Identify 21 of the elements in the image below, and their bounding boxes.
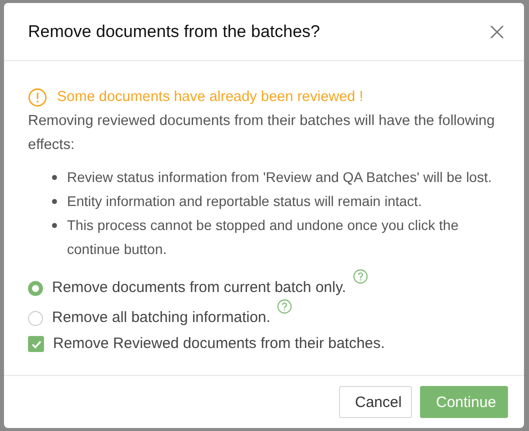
intro-text: Removing reviewed documents from their batches will have the following effects: [28, 112, 496, 155]
close-icon[interactable] [490, 24, 504, 38]
warning-text: Some documents have already been reviewed ! [57, 88, 364, 107]
help-icon[interactable] [353, 269, 368, 284]
radio-button[interactable] [28, 310, 43, 326]
help-icon[interactable] [277, 299, 292, 314]
bullet-icon [52, 223, 57, 228]
option-label: Remove Reviewed documents from their batches. [53, 334, 385, 354]
option-label: Remove documents from current batch only. [52, 278, 346, 298]
checkmark-icon [30, 338, 42, 350]
bullet-icon [52, 199, 57, 204]
effect-item: Review status information from 'Review and QA Batches' will be lost. [67, 168, 492, 187]
cancel-button[interactable]: Cancel [339, 386, 412, 418]
bullet-icon [52, 175, 57, 180]
checkbox[interactable] [28, 336, 44, 352]
effect-item: Entity information and reportable status will remain intact. [67, 192, 422, 211]
warning-icon [28, 88, 47, 106]
radio-button[interactable] [28, 280, 43, 296]
effect-item: This process cannot be stopped and undone once you click the continue button. [67, 216, 460, 259]
dialog-title: Remove documents from the batches? [28, 22, 320, 42]
option-label: Remove all batching information. [52, 308, 270, 328]
